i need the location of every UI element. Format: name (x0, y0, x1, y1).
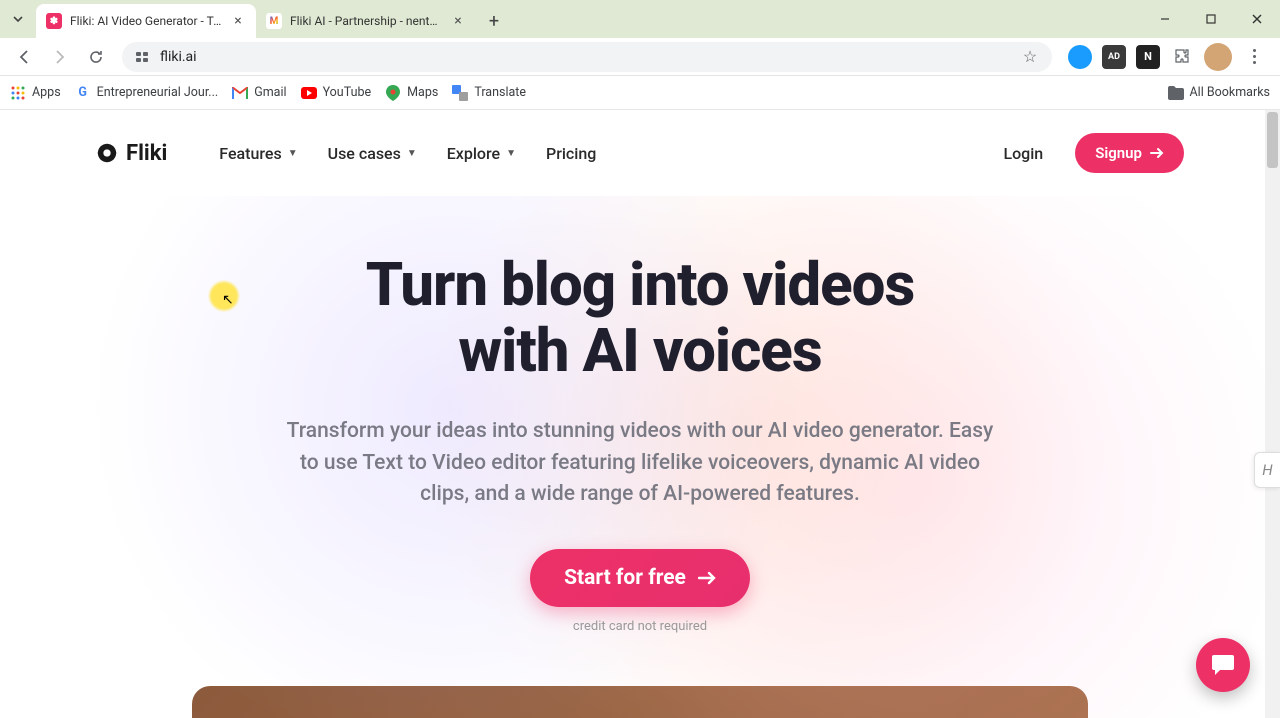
new-tab-button[interactable]: + (480, 7, 508, 35)
bookmark-label: Entrepreneurial Jour... (97, 85, 219, 100)
bookmark-item[interactable]: YouTube (301, 85, 372, 101)
nav-features[interactable]: Features▼ (219, 144, 297, 163)
chat-widget-button[interactable] (1196, 638, 1250, 692)
signup-button[interactable]: Signup (1075, 133, 1184, 173)
minimize-button[interactable] (1142, 0, 1188, 38)
address-bar[interactable]: fliki.ai ☆ (122, 42, 1052, 72)
browser-tab-strip: ✽ Fliki: AI Video Generator - Turn × M F… (0, 0, 1280, 38)
site-header: Fliki Features▼ Use cases▼ Explore▼ Pric… (0, 110, 1280, 196)
site-info-icon[interactable] (132, 47, 152, 67)
translate-icon (452, 85, 468, 101)
bookmark-label: Apps (32, 85, 61, 100)
maps-icon (385, 85, 401, 101)
profile-avatar[interactable] (1204, 43, 1232, 71)
bookmark-item[interactable]: Translate (452, 85, 526, 101)
forward-button[interactable] (44, 41, 76, 73)
cta-note: credit card not required (40, 619, 1240, 634)
reload-button[interactable] (80, 41, 112, 73)
signup-label: Signup (1095, 144, 1142, 162)
tab-title: Fliki: AI Video Generator - Turn (70, 14, 222, 28)
extension-icon[interactable] (1068, 45, 1092, 69)
nav-explore[interactable]: Explore▼ (447, 144, 516, 163)
back-button[interactable] (8, 41, 40, 73)
bookmark-item[interactable]: Gmail (232, 85, 286, 101)
browser-tab[interactable]: M Fliki AI - Partnership - nentelee × (256, 4, 476, 38)
bookmark-label: All Bookmarks (1190, 85, 1271, 100)
google-icon: G (75, 85, 91, 101)
brand-name: Fliki (126, 141, 167, 166)
close-icon[interactable]: × (230, 13, 246, 29)
page-content: Fliki Features▼ Use cases▼ Explore▼ Pric… (0, 110, 1280, 718)
tab-title: Fliki AI - Partnership - nentelee (290, 14, 442, 28)
all-bookmarks[interactable]: All Bookmarks (1168, 85, 1271, 101)
site-logo[interactable]: Fliki (96, 141, 167, 166)
arrow-right-icon (698, 571, 716, 585)
chevron-down-icon: ▼ (506, 148, 516, 159)
apps-icon (10, 85, 26, 101)
hero-subtext: Transform your ideas into stunning video… (280, 416, 1000, 511)
side-panel-toggle[interactable]: H (1254, 452, 1280, 488)
chevron-down-icon: ▼ (288, 148, 298, 159)
chevron-down-icon: ▼ (407, 148, 417, 159)
gmail-icon (232, 85, 248, 101)
close-window-button[interactable] (1234, 0, 1280, 38)
tab-favicon-icon: M (266, 13, 282, 29)
bookmark-label: Gmail (254, 85, 286, 100)
bookmark-label: Maps (407, 85, 438, 100)
bookmarks-bar: Apps G Entrepreneurial Jour... Gmail You… (0, 76, 1280, 110)
vertical-scrollbar[interactable] (1265, 110, 1280, 718)
cta-label: Start for free (564, 566, 686, 590)
hero-heading: Turn blog into videos with AI voices (40, 252, 1240, 384)
arrow-right-icon (1150, 147, 1164, 159)
chat-icon (1210, 653, 1236, 677)
bookmark-label: YouTube (323, 85, 372, 100)
tab-search-dropdown[interactable] (0, 0, 36, 38)
bookmark-star-icon[interactable]: ☆ (1018, 45, 1042, 69)
folder-icon (1168, 85, 1184, 101)
extension-icon[interactable]: AD (1102, 45, 1126, 69)
extension-icon[interactable]: N (1136, 45, 1160, 69)
browser-tab-active[interactable]: ✽ Fliki: AI Video Generator - Turn × (36, 4, 256, 38)
nav-pricing[interactable]: Pricing (546, 144, 596, 163)
browser-toolbar: fliki.ai ☆ AD N (0, 38, 1280, 76)
chrome-menu-button[interactable] (1242, 49, 1266, 64)
bookmark-apps[interactable]: Apps (10, 85, 61, 101)
start-free-button[interactable]: Start for free (530, 549, 750, 607)
nav-use-cases[interactable]: Use cases▼ (328, 144, 417, 163)
youtube-icon (301, 85, 317, 101)
logo-icon (96, 142, 118, 164)
close-icon[interactable]: × (450, 13, 466, 29)
hero-section: Turn blog into videos with AI voices Tra… (0, 196, 1280, 718)
scrollbar-thumb[interactable] (1267, 112, 1278, 168)
bookmark-label: Translate (474, 85, 526, 100)
login-link[interactable]: Login (1003, 144, 1043, 163)
tab-favicon-icon: ✽ (46, 13, 62, 29)
maximize-button[interactable] (1188, 0, 1234, 38)
bookmark-item[interactable]: G Entrepreneurial Jour... (75, 85, 219, 101)
url-text: fliki.ai (160, 49, 1010, 65)
extensions-puzzle-icon[interactable] (1170, 45, 1194, 69)
bookmark-item[interactable]: Maps (385, 85, 438, 101)
chevron-down-icon (12, 13, 24, 25)
video-preview-card (192, 686, 1088, 718)
